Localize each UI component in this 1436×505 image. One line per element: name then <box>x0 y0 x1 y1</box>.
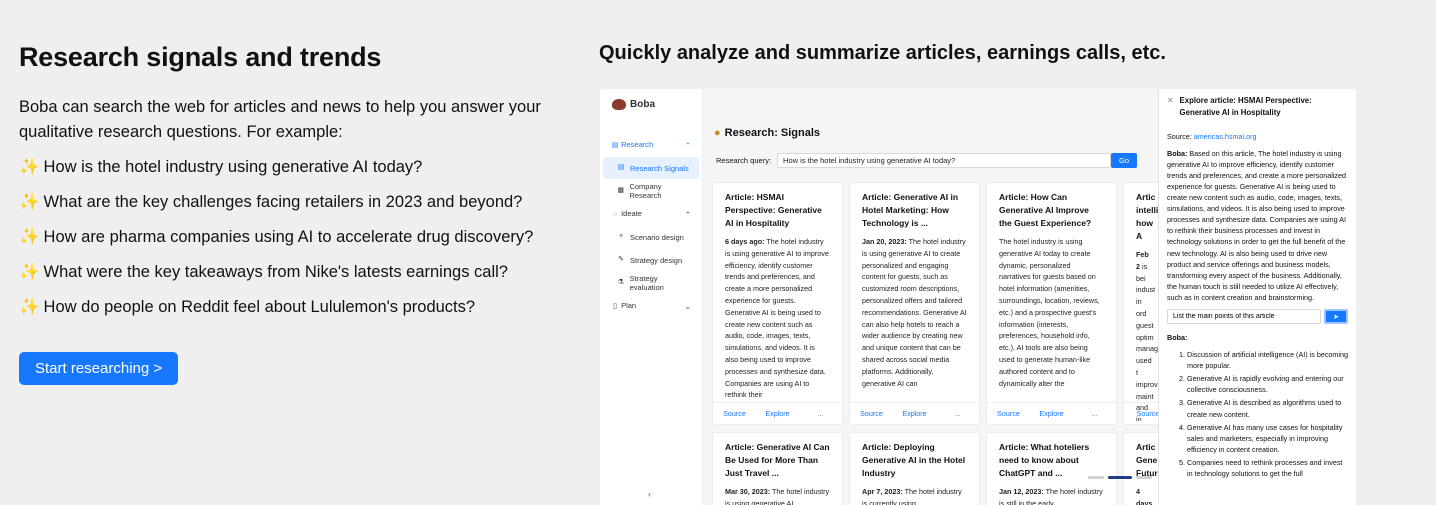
boba-answer: Boba: Based on this article, The hotel i… <box>1167 148 1346 302</box>
card-actions: Source Explore... <box>987 402 1116 424</box>
bulb-icon: ◌ <box>612 211 618 218</box>
book-icon: ▯ <box>613 303 617 310</box>
query-label: Research query: <box>716 156 772 165</box>
sparkle-icon: ✨ <box>19 263 40 281</box>
send-button[interactable]: ➤ <box>1324 309 1348 324</box>
card-summary: 6 days ago: The hotel industry is using … <box>725 237 829 400</box>
sparkle-icon: ✨ <box>19 228 40 246</box>
source-link[interactable]: Source <box>850 403 893 424</box>
boba-logo-icon <box>612 99 626 110</box>
card-actions: Source Explore... <box>850 402 979 424</box>
card-summary: The hotel industry is using generative A… <box>999 237 1100 388</box>
sidebar: Boba ▤ Research ⌃ ▤ Research Signals ▦ Com… <box>600 89 703 505</box>
panel-source: Source: americas.hsmai.org <box>1167 131 1257 141</box>
more-icon[interactable]: ... <box>936 403 979 424</box>
section-heading: Research signals and trends <box>19 42 382 72</box>
list-item: Generative AI is rapidly evolving and en… <box>1187 373 1348 395</box>
article-card[interactable]: Article: What hoteliers need to know abo… <box>986 432 1117 505</box>
brand: Boba <box>600 89 702 120</box>
card-summary: Jan 12, 2023: The hotel industry is stil… <box>999 487 1103 505</box>
chevron-up-icon: ⌃ <box>684 209 691 219</box>
pager-dot-active[interactable] <box>1108 476 1132 479</box>
card-summary: Apr 7, 2023: The hotel industry is curre… <box>862 487 962 505</box>
sidebar-item-research-signals[interactable]: ▤ Research Signals <box>603 157 699 179</box>
compass-icon: ✧ <box>618 233 624 240</box>
sidebar-item-plan[interactable]: ▯ Plan ⌄ <box>603 295 699 317</box>
chevron-down-icon: ⌄ <box>684 301 691 311</box>
sidebar-item-ideate[interactable]: ◌ Ideate ⌃ <box>603 203 699 225</box>
research-query-input[interactable] <box>777 153 1112 168</box>
carousel-pager[interactable] <box>1088 476 1152 479</box>
card-summary: Jan 20, 2023: The hotel industry is usin… <box>862 237 967 388</box>
boba-answer-label: Boba: <box>1167 333 1188 342</box>
explore-link[interactable]: Explore <box>1030 403 1073 424</box>
followup-row: ➤ <box>1167 309 1348 324</box>
card-title: Article: HSMAI Perspective: Generative A… <box>725 192 822 228</box>
example-question: ✨ How are pharma companies using AI to ac… <box>19 228 534 246</box>
chevron-up-icon: ⌃ <box>684 140 691 150</box>
sparkle-icon: ✨ <box>19 193 40 211</box>
brand-name: Boba <box>630 99 655 110</box>
chart-icon: ▤ <box>617 164 625 171</box>
app-preview: Boba ▤ Research ⌃ ▤ Research Signals ▦ Com… <box>600 89 1356 505</box>
pager-dot[interactable] <box>1136 476 1152 479</box>
explore-link[interactable]: Explore <box>893 403 936 424</box>
query-row: Research query: Go <box>716 153 1138 168</box>
article-card[interactable]: Article: Deploying Generative AI in the … <box>849 432 980 505</box>
edit-icon: ✎ <box>618 256 624 263</box>
example-question: ✨ What were the key takeaways from Nike's… <box>19 263 508 281</box>
table-icon: ▦ <box>617 187 625 194</box>
card-actions: Source Explore... <box>713 402 842 424</box>
boba-emoji-icon: ● <box>714 127 721 139</box>
start-researching-button[interactable]: Start researching > <box>19 352 179 385</box>
more-icon[interactable]: ... <box>799 403 842 424</box>
card-title: Article: What hoteliers need to know abo… <box>999 442 1090 478</box>
sidebar-item-scenario-design[interactable]: ✧ Scenario design <box>603 226 699 248</box>
panel-title: Explore article: HSMAI Perspective: Gene… <box>1179 96 1312 117</box>
intro-section: Research signals and trends Boba can sea… <box>19 42 579 385</box>
article-card[interactable]: Article: How Can Generative AI Improve t… <box>986 182 1117 425</box>
source-link[interactable]: Source <box>987 403 1030 424</box>
example-question: ✨ How do people on Reddit feel about Lulu… <box>19 298 476 316</box>
source-link[interactable]: americas.hsmai.org <box>1194 132 1257 141</box>
card-title: Article: Generative AI Can Be Used for M… <box>725 442 830 478</box>
pager-dot[interactable] <box>1088 476 1104 479</box>
screenshot-caption: Quickly analyze and summarize articles, … <box>599 42 1166 64</box>
page-title: ● Research: Signals <box>714 127 821 139</box>
main-points-list: Discussion of artificial intelligence (A… <box>1159 343 1356 479</box>
article-card[interactable]: Article: Generative AI Can Be Used for M… <box>712 432 843 505</box>
article-card[interactable]: Article: HSMAI Perspective: Generative A… <box>712 182 843 425</box>
explore-link[interactable]: Explore <box>756 403 799 424</box>
example-question: ✨ What are the key challenges facing reta… <box>19 193 523 211</box>
sidebar-item-research[interactable]: ▤ Research ⌃ <box>603 134 699 156</box>
list-item: Discussion of artificial intelligence (A… <box>1187 349 1348 371</box>
list-item: Generative AI is described as algorithms… <box>1187 397 1348 419</box>
intro-text: Boba can search the web for articles and… <box>19 98 541 141</box>
list-item: Companies need to rethink processes and … <box>1187 457 1348 479</box>
source-link[interactable]: Source <box>713 403 756 424</box>
flask-icon: ⚗ <box>617 279 624 286</box>
article-card[interactable]: Article: Generative AI in Hotel Marketin… <box>849 182 980 425</box>
card-title: Article: Deploying Generative AI in the … <box>862 442 966 478</box>
go-button[interactable]: Go <box>1111 153 1138 168</box>
sparkle-icon: ✨ <box>19 158 40 176</box>
panel-header: ✕ Explore article: HSMAI Perspective: Ge… <box>1159 89 1356 119</box>
example-question: ✨ How is the hotel industry using generat… <box>19 158 423 176</box>
card-summary: Mar 30, 2023: The hotel industry is usin… <box>725 487 830 505</box>
sidebar-item-company-research[interactable]: ▦ Company Research <box>603 180 699 202</box>
more-icon[interactable]: ... <box>1073 403 1116 424</box>
card-title: Article: Generative AI in Hotel Marketin… <box>862 192 959 228</box>
list-item: Generative AI has many use cases for hos… <box>1187 422 1348 455</box>
sidebar-item-strategy-design[interactable]: ✎ Strategy design <box>603 249 699 271</box>
sparkle-icon: ✨ <box>19 298 40 316</box>
card-title: Article: How Can Generative AI Improve t… <box>999 192 1092 228</box>
collapse-sidebar-icon[interactable]: ‹ <box>648 489 651 499</box>
sidebar-nav: ▤ Research ⌃ ▤ Research Signals ▦ Company … <box>600 134 702 317</box>
followup-input[interactable] <box>1167 309 1321 324</box>
explore-article-panel: ✕ Explore article: HSMAI Perspective: Ge… <box>1158 89 1356 505</box>
chart-icon: ▤ <box>611 142 619 149</box>
sidebar-item-strategy-evaluation[interactable]: ⚗ Strategy evaluation <box>603 272 699 294</box>
close-icon[interactable]: ✕ <box>1167 95 1174 119</box>
